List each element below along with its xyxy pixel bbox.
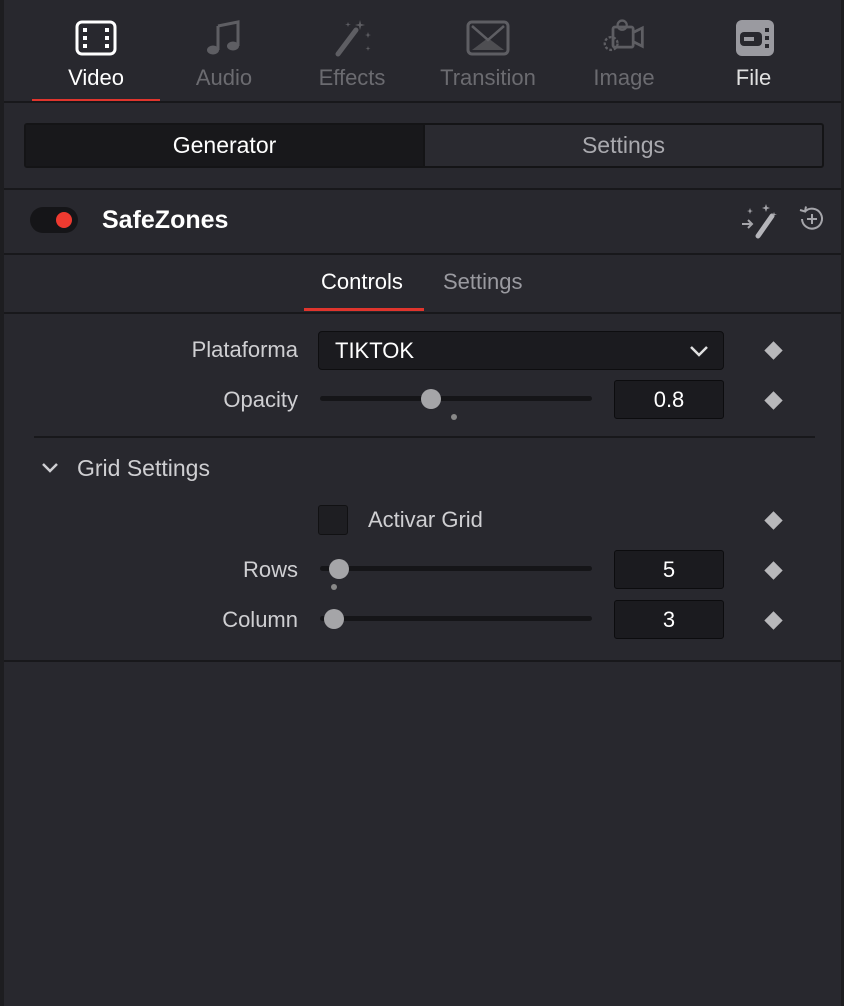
- reset-button[interactable]: [796, 203, 828, 235]
- rows-label: Rows: [242, 557, 298, 582]
- effect-title: SafeZones: [102, 206, 229, 234]
- activar-grid-checkbox[interactable]: [318, 505, 348, 535]
- reset-history-icon: [799, 206, 823, 230]
- magic-wand-icon: [742, 204, 777, 239]
- keyframe-diamond-icon[interactable]: [764, 611, 783, 630]
- chevron-down-icon: [690, 346, 708, 357]
- magic-wand-button[interactable]: [738, 202, 778, 240]
- empty-inspector-area: [4, 662, 841, 1006]
- keyframe-diamond-icon[interactable]: [764, 511, 783, 530]
- effect-enable-toggle[interactable]: [30, 207, 78, 233]
- group-divider: [34, 436, 815, 438]
- tab-video[interactable]: Video: [4, 0, 188, 103]
- rows-slider-knob[interactable]: [329, 559, 349, 579]
- tab-transition[interactable]: Transition: [440, 0, 536, 103]
- camera-icon: [602, 16, 646, 60]
- tab-audio[interactable]: Audio: [188, 0, 260, 103]
- column-slider[interactable]: [320, 616, 592, 621]
- tab-effects[interactable]: Effects: [260, 0, 444, 103]
- music-note-icon: [202, 16, 246, 60]
- opacity-label: Opacity: [223, 387, 298, 412]
- tabs-divider: [4, 101, 841, 103]
- magic-wand-icon: [330, 16, 374, 60]
- keyframe-diamond-icon[interactable]: [764, 391, 783, 410]
- keyframe-diamond-icon[interactable]: [764, 561, 783, 580]
- rows-slider[interactable]: [320, 566, 592, 571]
- grid-settings-group-title[interactable]: Grid Settings: [77, 454, 210, 482]
- inspector-tabs: Video Audio Effects Transition Image Fil…: [4, 0, 841, 103]
- column-label: Column: [222, 607, 298, 632]
- opacity-slider-knob[interactable]: [421, 389, 441, 409]
- active-subtab-underline: [304, 308, 424, 311]
- tab-settings[interactable]: Settings: [443, 268, 523, 296]
- slider-default-marker: [451, 414, 457, 420]
- section-divider: [4, 188, 841, 190]
- tab-label: Transition: [440, 65, 536, 90]
- plataforma-label: Plataforma: [191, 337, 298, 362]
- keyframe-diamond-icon[interactable]: [764, 341, 783, 360]
- segment-generator[interactable]: Generator: [26, 125, 423, 166]
- column-value-field[interactable]: 3: [614, 600, 724, 639]
- segment-settings[interactable]: Settings: [423, 125, 822, 166]
- plataforma-dropdown[interactable]: TIKTOK: [318, 331, 724, 370]
- slider-default-marker: [331, 584, 337, 590]
- column-slider-knob[interactable]: [324, 609, 344, 629]
- tab-label: Video: [68, 65, 124, 90]
- tab-label: Effects: [318, 65, 386, 90]
- rows-value-field[interactable]: 5: [614, 550, 724, 589]
- transition-icon: [466, 16, 510, 60]
- tab-label: Image: [593, 65, 655, 90]
- file-tag-icon: [732, 16, 776, 60]
- chevron-down-icon[interactable]: [40, 459, 60, 477]
- toggle-indicator: [56, 212, 72, 228]
- activar-grid-label: Activar Grid: [368, 507, 483, 532]
- film-icon: [74, 16, 118, 60]
- tab-image[interactable]: Image: [532, 0, 716, 103]
- section-divider: [4, 312, 841, 314]
- dropdown-value: TIKTOK: [335, 338, 415, 363]
- opacity-value-field[interactable]: 0.8: [614, 380, 724, 419]
- tab-controls[interactable]: Controls: [321, 268, 403, 296]
- tab-file[interactable]: File: [716, 0, 791, 103]
- tab-label: File: [735, 65, 772, 90]
- opacity-slider[interactable]: [320, 396, 592, 401]
- section-divider: [4, 253, 841, 255]
- generator-settings-switch: Generator Settings: [24, 123, 824, 168]
- tab-label: Audio: [195, 65, 253, 90]
